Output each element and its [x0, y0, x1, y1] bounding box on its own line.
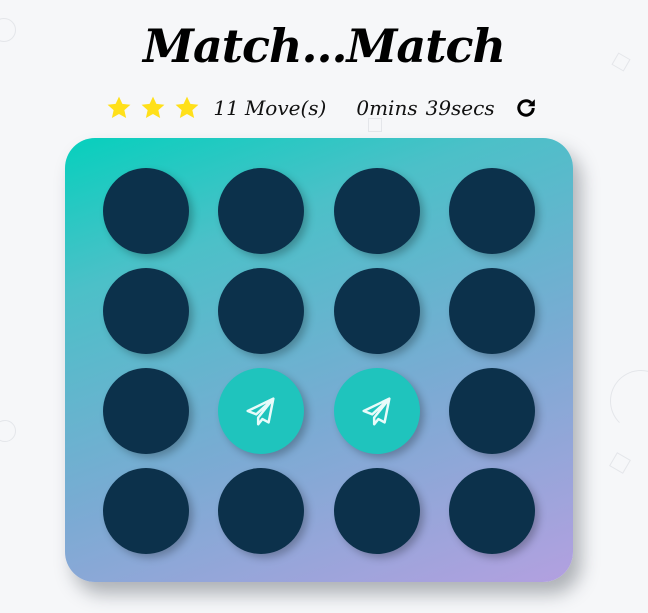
star-icon — [107, 96, 131, 119]
moves-count: 11 — [213, 96, 239, 120]
card[interactable] — [103, 468, 189, 554]
paper-plane-icon — [246, 397, 275, 426]
card[interactable] — [103, 268, 189, 354]
card[interactable] — [449, 268, 535, 354]
card[interactable] — [334, 168, 420, 254]
star-rating — [105, 94, 201, 122]
page-title: Match...Match — [143, 19, 506, 73]
paper-plane-icon — [362, 397, 391, 426]
card-deck — [65, 138, 573, 582]
game-page: Match...Match 11 Move(s) 0mins 39secs — [0, 0, 648, 613]
card[interactable] — [103, 168, 189, 254]
card[interactable] — [334, 268, 420, 354]
card[interactable] — [103, 368, 189, 454]
score-panel: 11 Move(s) 0mins 39secs — [0, 88, 648, 128]
timer: 0mins 39secs — [356, 96, 494, 120]
background-decoration — [610, 370, 648, 432]
timer-minutes: 0mins — [356, 96, 418, 120]
moves-label: Move(s) — [244, 96, 327, 120]
timer-seconds: 39secs — [425, 96, 495, 120]
move-counter: 11 Move(s) — [213, 96, 326, 120]
card[interactable] — [449, 368, 535, 454]
star-icon — [175, 96, 199, 119]
star-icon — [141, 96, 165, 119]
redo-icon — [516, 99, 535, 117]
card[interactable] — [334, 468, 420, 554]
restart-button[interactable] — [513, 95, 539, 121]
card[interactable] — [449, 468, 535, 554]
card[interactable] — [218, 468, 304, 554]
card[interactable] — [218, 168, 304, 254]
card[interactable] — [449, 168, 535, 254]
card-open[interactable] — [218, 368, 304, 454]
card-open[interactable] — [334, 368, 420, 454]
background-decoration — [0, 420, 16, 442]
background-decoration — [609, 452, 631, 474]
card[interactable] — [218, 268, 304, 354]
